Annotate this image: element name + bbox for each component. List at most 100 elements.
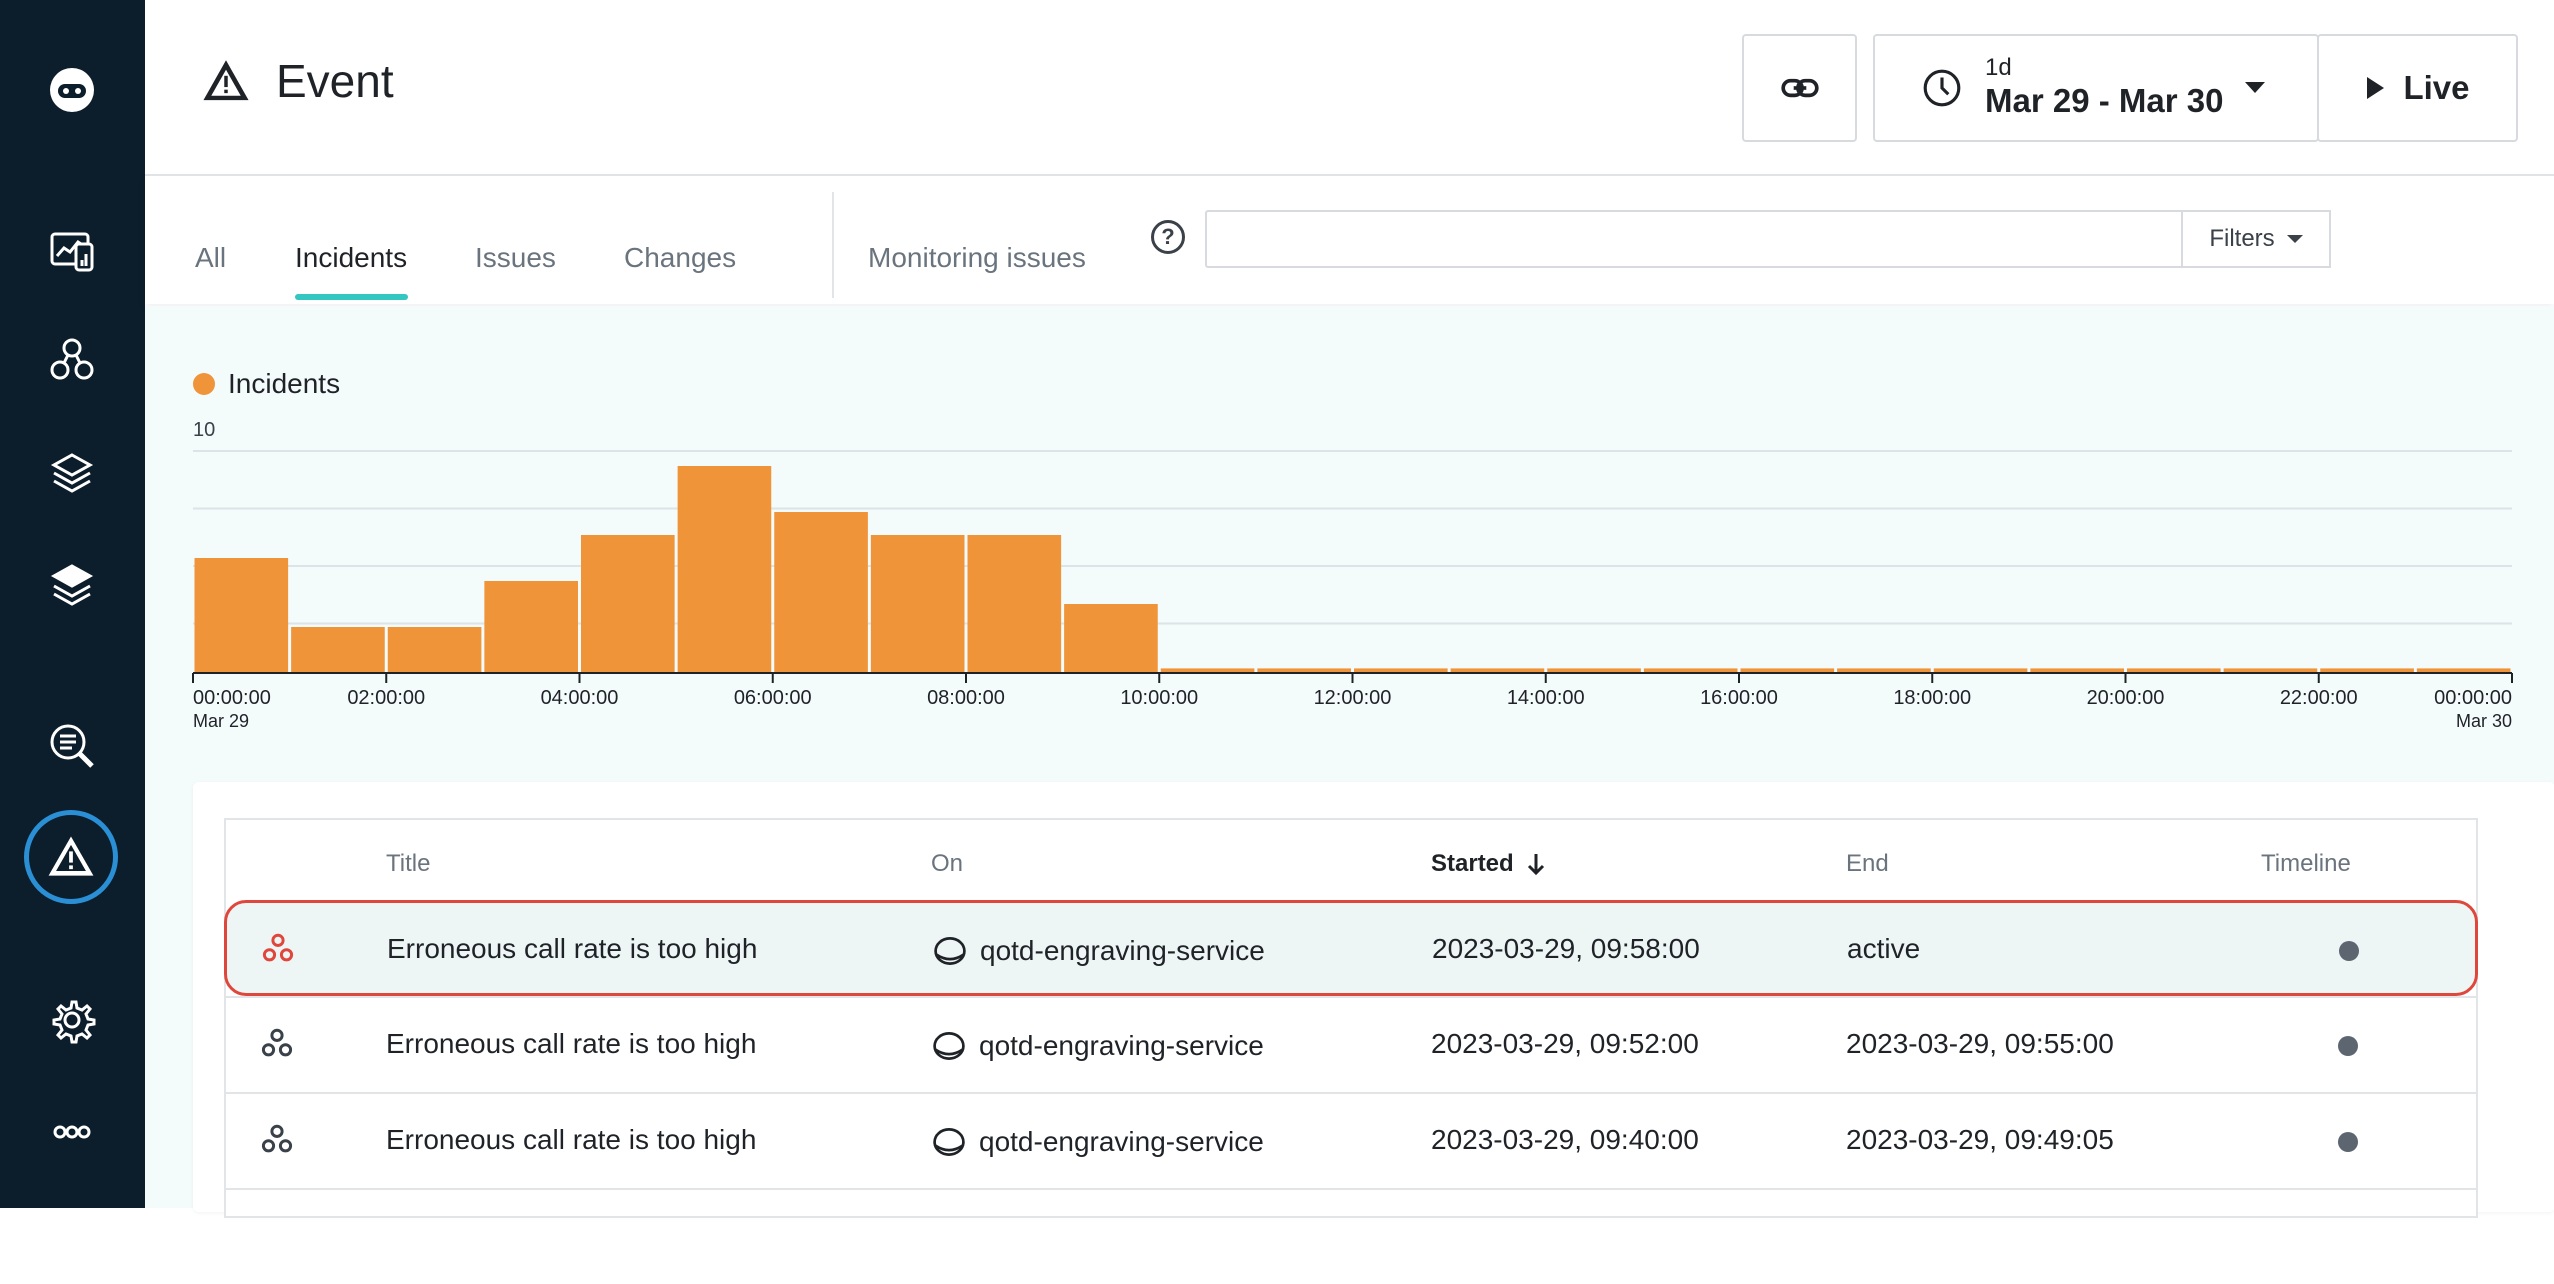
chart-bar [870, 535, 965, 673]
x-tick-label: 04:00:00 [541, 687, 619, 709]
table-row[interactable]: Erroneous call rate is too high qotd-eng… [224, 900, 2478, 996]
chart-bar [774, 512, 868, 673]
settings-gear-icon[interactable] [32, 980, 112, 1060]
chart-bar [1064, 604, 1158, 673]
x-tick-label: 08:00:00 [927, 687, 1005, 709]
x-sub-label-end: Mar 30 [2456, 711, 2512, 731]
timeline-dot [2338, 1036, 2358, 1056]
application-perspective-icon[interactable] [32, 320, 112, 400]
x-sub-label-start: Mar 29 [193, 711, 249, 731]
row-started: 2023-03-29, 09:52:00 [1431, 1028, 1699, 1059]
clock-icon [1923, 69, 1961, 107]
row-on[interactable]: qotd-engraving-service [932, 933, 1265, 969]
header: Event 1d Mar 29 - Mar 30 Live [145, 0, 2554, 176]
page-title: Event [200, 54, 394, 108]
row-title: Erroneous call rate is too high [386, 1028, 757, 1059]
tab-issues[interactable]: Issues [475, 242, 556, 274]
more-icon[interactable] [32, 1092, 112, 1172]
x-tick-label: 20:00:00 [2087, 687, 2165, 709]
service-entity-icon [933, 1128, 965, 1156]
table-row[interactable]: Erroneous call rate is too high qotd-eng… [226, 996, 2476, 1092]
row-on-label: qotd-engraving-service [979, 1030, 1264, 1061]
tab-monitoring-issues[interactable]: Monitoring issues [868, 242, 1086, 274]
analytics-icon[interactable] [32, 706, 112, 786]
header-end[interactable]: End [1846, 850, 1889, 878]
robot-logo-icon[interactable] [32, 50, 112, 130]
x-tick-label: 06:00:00 [734, 687, 812, 709]
y-tick-label: 10 [193, 419, 215, 441]
header-title[interactable]: Title [386, 850, 430, 878]
header-on[interactable]: On [931, 850, 963, 878]
play-icon [2367, 77, 2385, 99]
caret-down-icon [2286, 235, 2303, 243]
timeline-dot [2339, 941, 2359, 961]
sort-arrow-down-icon [1527, 854, 1544, 876]
chart-bar [194, 558, 289, 673]
sidebar [0, 0, 145, 1208]
dashboard-icon[interactable] [32, 212, 112, 292]
events-warning-icon[interactable] [24, 810, 118, 904]
chart-bar [581, 535, 675, 673]
chart-bar [291, 627, 385, 673]
service-entity-icon [934, 937, 966, 965]
table-row[interactable]: Erroneous call rate is too high qotd-eng… [226, 1092, 2476, 1188]
page-title-text: Event [276, 55, 394, 107]
infrastructure-stack-icon[interactable] [32, 546, 112, 626]
tab-changes[interactable]: Changes [624, 242, 736, 274]
row-started: 2023-03-29, 09:58:00 [1432, 933, 1700, 964]
legend-swatch [193, 373, 215, 395]
row-on-label: qotd-engraving-service [979, 1126, 1264, 1157]
incident-icon [261, 1028, 293, 1057]
row-end: active [1847, 933, 1921, 964]
x-tick-label: 18:00:00 [1893, 687, 1971, 709]
tab-divider [832, 192, 834, 298]
x-tick-label: 00:00:00 [193, 687, 271, 709]
search-input[interactable] [1205, 210, 2205, 268]
x-tick-label: 00:00:00 [2434, 687, 2512, 709]
service-entity-icon [933, 1032, 965, 1060]
row-end: 2023-03-29, 09:49:05 [1846, 1124, 2114, 1155]
x-tick-label: 12:00:00 [1314, 687, 1392, 709]
incidents-table: Title On Started End Timeline Erroneous … [224, 818, 2478, 1218]
incidents-table-card: Title On Started End Timeline Erroneous … [193, 782, 2554, 1218]
warning-icon [203, 60, 249, 101]
service-icon[interactable] [32, 435, 112, 515]
row-on[interactable]: qotd-engraving-service [931, 1028, 1264, 1064]
row-on-label: qotd-engraving-service [980, 935, 1265, 966]
copy-link-button[interactable] [1742, 34, 1857, 142]
tab-incidents[interactable]: Incidents [295, 242, 407, 274]
tabs-bar: All Incidents Issues Changes Monitoring … [145, 176, 2554, 304]
time-range-picker[interactable]: 1d Mar 29 - Mar 30 [1873, 34, 2319, 142]
x-tick-label: 16:00:00 [1700, 687, 1778, 709]
filters-label: Filters [2209, 225, 2275, 252]
row-title: Erroneous call rate is too high [387, 933, 758, 964]
header-started[interactable]: Started [1431, 850, 1546, 878]
help-icon[interactable]: ? [1151, 220, 1185, 254]
x-tick-label: 22:00:00 [2280, 687, 2358, 709]
time-range-duration: 1d [1985, 54, 2012, 81]
legend-label: Incidents [228, 368, 340, 399]
row-on[interactable]: qotd-engraving-service [931, 1124, 1264, 1160]
x-tick-label: 02:00:00 [347, 687, 425, 709]
table-row[interactable] [226, 1188, 2476, 1284]
live-button[interactable]: Live [2317, 34, 2518, 142]
tab-all[interactable]: All [195, 242, 226, 274]
incident-icon [262, 933, 294, 962]
header-timeline: Timeline [2261, 850, 2351, 877]
active-tab-indicator [295, 294, 408, 300]
header-started-label: Started [1431, 850, 1514, 877]
x-tick-label: 14:00:00 [1507, 687, 1585, 709]
filters-button[interactable]: Filters [2181, 210, 2331, 268]
content-area: Incidents 10 00:00:00 02:00:00 04:00:00 06:00… [145, 306, 2554, 1218]
chart-bar [677, 466, 772, 673]
chart-bar [967, 535, 1062, 673]
x-tick-label: 10:00:00 [1120, 687, 1198, 709]
row-started: 2023-03-29, 09:40:00 [1431, 1124, 1699, 1155]
chart-bar [484, 581, 578, 673]
live-label: Live [2403, 69, 2470, 106]
chart-bar [387, 627, 482, 673]
timeline-dot [2338, 1132, 2358, 1152]
time-range-dates: Mar 29 - Mar 30 [1985, 82, 2224, 119]
incidents-chart: Incidents 10 00:00:00 02:00:00 04:00:00 06:00… [192, 368, 2513, 731]
chevron-down-icon [2245, 82, 2265, 93]
